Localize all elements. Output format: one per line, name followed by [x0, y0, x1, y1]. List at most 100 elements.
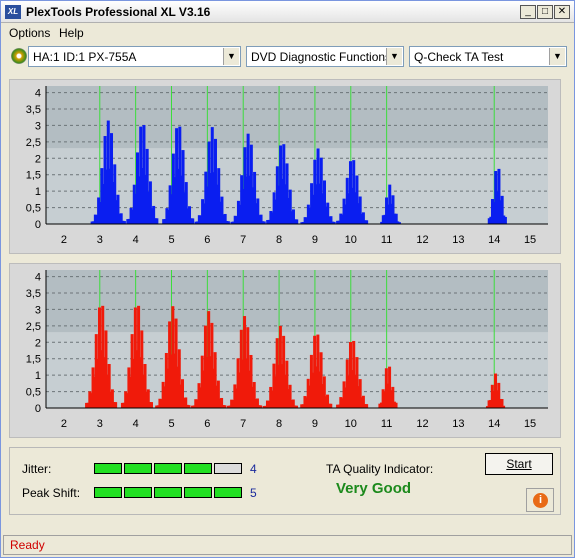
y-tick-label: 1,5 — [26, 170, 41, 182]
results-panel: Jitter: 4 Peak Shift: 5 TA Quality Indic… — [9, 447, 561, 515]
menu-bar: Options Help — [1, 23, 574, 43]
blue-histogram-svg: 0 0,5 1 1,5 2 2,5 3 3,5 4 2 3 4 5 6 7 8 9 10 11 12 13 14 15 — [26, 86, 548, 246]
x-tick-label: 9 — [312, 234, 318, 246]
y-tick-label: 3,5 — [26, 104, 41, 116]
chevron-down-icon[interactable]: ▼ — [549, 48, 565, 65]
y-tick-label: 4 — [35, 272, 41, 284]
histogram-bar — [191, 218, 195, 224]
jitter-label: Jitter: — [22, 462, 52, 476]
jitter-value: 4 — [250, 462, 257, 476]
x-tick-label: 14 — [488, 234, 500, 246]
y-tick-label: 3 — [35, 120, 41, 132]
chevron-down-icon[interactable]: ▼ — [223, 48, 239, 65]
peak-shift-label: Peak Shift: — [22, 486, 81, 500]
meter-segment — [184, 487, 212, 498]
y-tick-label: 4 — [35, 88, 41, 100]
meter-segment — [94, 487, 122, 498]
menu-help[interactable]: Help — [59, 26, 84, 40]
meter-segment — [154, 463, 182, 474]
x-tick-label: 7 — [240, 234, 246, 246]
y-tick-label: 2,5 — [26, 137, 41, 149]
x-tick-label: 2 — [61, 418, 67, 430]
x-tick-label: 6 — [204, 234, 210, 246]
y-tick-label: 1 — [35, 186, 41, 198]
x-tick-label: 15 — [524, 234, 536, 246]
meter-segment — [124, 487, 152, 498]
y-tick-label: 2,5 — [26, 321, 41, 333]
test-select[interactable]: Q-Check TA Test ▼ — [409, 46, 567, 67]
x-tick-label: 5 — [168, 234, 174, 246]
histogram-bar — [329, 403, 333, 408]
x-tick-label: 4 — [133, 234, 139, 246]
jitter-chart-blue: 0 0,5 1 1,5 2 2,5 3 3,5 4 2 3 4 5 6 7 8 9 10 11 12 13 14 15 — [9, 79, 561, 254]
x-tick-label: 8 — [276, 418, 282, 430]
y-tick-label: 2 — [35, 337, 41, 349]
menu-options[interactable]: Options — [9, 26, 50, 40]
meter-segment — [214, 487, 242, 498]
title-bar: XL PlexTools Professional XL V3.16 _ □ ✕ — [1, 1, 574, 23]
x-tick-label: 8 — [276, 234, 282, 246]
function-select-value: DVD Diagnostic Functions — [251, 50, 392, 64]
x-tick-label: 11 — [381, 418, 392, 430]
y-tick-label: 3 — [35, 304, 41, 316]
chevron-down-icon[interactable]: ▼ — [386, 48, 402, 65]
plot-area-shade — [46, 270, 548, 333]
histogram-bar — [114, 402, 118, 408]
maximize-button[interactable]: □ — [537, 5, 553, 19]
x-tick-label: 14 — [488, 418, 500, 430]
y-tick-label: 1,5 — [26, 354, 41, 366]
meter-segment — [154, 487, 182, 498]
x-tick-label: 13 — [452, 234, 464, 246]
x-tick-label: 12 — [416, 234, 428, 246]
test-select-value: Q-Check TA Test — [414, 50, 504, 64]
x-tick-label: 6 — [204, 418, 210, 430]
x-tick-label: 10 — [345, 418, 357, 430]
window-title: PlexTools Professional XL V3.16 — [26, 5, 211, 19]
histogram-bar — [149, 402, 153, 408]
histogram-bar — [365, 404, 369, 408]
ta-quality-label: TA Quality Indicator: — [326, 462, 434, 476]
x-tick-label: 15 — [524, 418, 536, 430]
minimize-button[interactable]: _ — [520, 5, 536, 19]
x-tick-label: 7 — [240, 418, 246, 430]
y-tick-label: 0,5 — [26, 203, 41, 215]
x-tick-label: 10 — [345, 234, 357, 246]
y-tick-label: 2 — [35, 153, 41, 165]
close-button[interactable]: ✕ — [554, 5, 570, 19]
app-window: XL PlexTools Professional XL V3.16 _ □ ✕… — [0, 0, 575, 558]
status-bar: Ready — [3, 535, 572, 555]
x-tick-label: 12 — [416, 418, 428, 430]
jitter-chart-red: 0 0,5 1 1,5 2 2,5 3 3,5 4 2 3 4 5 6 7 8 9 10 11 12 13 14 15 — [9, 263, 561, 438]
x-tick-label: 13 — [452, 418, 464, 430]
peak-shift-value: 5 — [250, 486, 257, 500]
y-tick-label: 3,5 — [26, 288, 41, 300]
status-text: Ready — [10, 538, 45, 552]
meter-segment — [124, 463, 152, 474]
histogram-bar — [394, 402, 398, 408]
drive-select-value: HA:1 ID:1 PX-755A — [33, 50, 137, 64]
start-button[interactable]: Start — [485, 453, 553, 475]
y-tick-label: 0,5 — [26, 387, 41, 399]
x-tick-label: 9 — [312, 418, 318, 430]
start-button-label: Start — [506, 457, 532, 471]
app-icon: XL — [5, 5, 21, 19]
info-button[interactable]: i — [526, 488, 554, 512]
meter-segment — [184, 463, 212, 474]
x-tick-label: 3 — [97, 234, 103, 246]
function-select[interactable]: DVD Diagnostic Functions ▼ — [246, 46, 404, 67]
y-tick-label: 1 — [35, 370, 41, 382]
red-histogram-svg: 0 0,5 1 1,5 2 2,5 3 3,5 4 2 3 4 5 6 7 8 9 10 11 12 13 14 15 — [26, 270, 548, 430]
x-tick-label: 11 — [381, 234, 392, 246]
histogram-bar — [365, 220, 369, 224]
x-tick-label: 2 — [61, 234, 67, 246]
meter-segment — [94, 463, 122, 474]
y-tick-label: 0 — [35, 403, 41, 415]
histogram-bar — [295, 219, 299, 224]
histogram-bar — [503, 216, 507, 224]
drive-select[interactable]: HA:1 ID:1 PX-755A ▼ — [28, 46, 241, 67]
toolbar: HA:1 ID:1 PX-755A ▼ DVD Diagnostic Funct… — [1, 44, 574, 70]
x-tick-label: 4 — [133, 418, 139, 430]
y-tick-label: 0 — [35, 219, 41, 231]
info-icon: i — [533, 493, 548, 508]
plot-area-shade — [46, 86, 548, 149]
